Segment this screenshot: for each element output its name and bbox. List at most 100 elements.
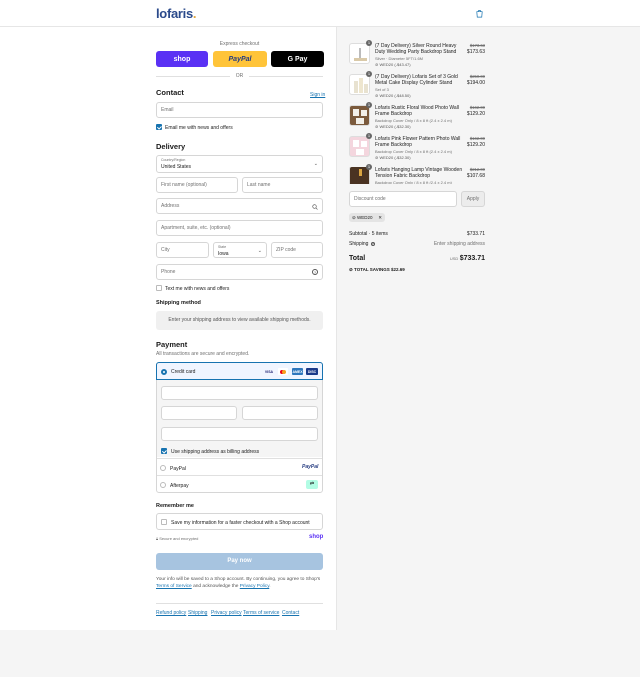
discount-chip-text: WED20 xyxy=(357,215,373,220)
expiration-field[interactable] xyxy=(161,406,237,420)
text-offers-checkbox[interactable] xyxy=(156,285,162,291)
email-placeholder: Email xyxy=(161,107,174,113)
help-icon[interactable]: ? xyxy=(312,269,318,275)
item-price: $173.63 xyxy=(466,49,485,55)
state-label: State xyxy=(218,245,227,249)
contact-heading: Contact xyxy=(156,88,184,97)
name-on-card-field[interactable] xyxy=(161,427,318,441)
save-info-label: Save my information for a faster checkou… xyxy=(171,519,310,526)
remember-heading: Remember me xyxy=(156,503,194,509)
news-checkbox[interactable] xyxy=(156,124,162,130)
credit-card-option[interactable]: Credit card VISA AMEX DISC xyxy=(156,362,323,380)
sign-in-link[interactable]: Sign in xyxy=(310,92,325,98)
total-row: Total USD $733.71 xyxy=(349,255,485,265)
last-name-field[interactable]: Last name xyxy=(242,177,323,193)
save-info-checkbox[interactable] xyxy=(161,519,167,525)
cart-item: 1 Lofaris Pink Flower Pattern Photo Wall… xyxy=(349,133,485,162)
zip-field[interactable]: ZIP code xyxy=(271,242,323,258)
city-field[interactable]: City xyxy=(156,242,209,258)
item-price: $129.20 xyxy=(466,111,485,117)
discount-chip: ⊘ WED20 ✕ xyxy=(349,213,385,222)
payment-subtitle: All transactions are secure and encrypte… xyxy=(156,351,250,357)
footer-shipping-link[interactable]: Shipping xyxy=(188,610,207,616)
country-select[interactable]: Country/Region United States ⌄ xyxy=(156,155,323,173)
item-name: (7 Day Delivery) Lofaris Set of 3 Gold M… xyxy=(375,74,458,87)
zip-placeholder: ZIP code xyxy=(276,247,296,253)
item-discount-text: WED20 (-$32.30) xyxy=(379,124,411,129)
product-thumbnail xyxy=(349,43,370,64)
text-offers-label: Text me with news and offers xyxy=(165,285,230,292)
total-value: $733.71 xyxy=(459,255,485,262)
paypal-express-button[interactable]: PayPal xyxy=(213,51,267,67)
apartment-field[interactable]: Apartment, suite, etc. (optional) xyxy=(156,220,323,236)
savings-row: ⊘ TOTAL SAVINGS $22.69 xyxy=(349,267,485,273)
terms-link[interactable]: Terms of Service xyxy=(156,584,192,589)
shipping-row: Shipping ? Enter shipping address xyxy=(349,241,485,247)
item-name: Lofaris Pink Flower Pattern Photo Wall F… xyxy=(375,136,461,149)
footer-privacy-link[interactable]: Privacy policy xyxy=(211,610,242,616)
credit-card-label: Credit card xyxy=(171,369,196,375)
shipping-value: Enter shipping address xyxy=(433,241,485,247)
card-number-field[interactable] xyxy=(161,386,318,400)
address-field[interactable]: Address xyxy=(156,198,323,214)
state-value: Iowa xyxy=(218,251,229,257)
shop-pay-button[interactable]: shop xyxy=(156,51,208,67)
logo[interactable]: lofaris. xyxy=(156,6,197,21)
shipping-label: Shipping xyxy=(349,241,369,247)
visa-icon: VISA xyxy=(264,369,274,374)
state-select[interactable]: State Iowa ⌄ xyxy=(213,242,267,258)
item-old-price: $250.00 xyxy=(469,74,485,79)
item-variant: Silver · Diameter 5FT/1.6M xyxy=(375,56,424,61)
item-discount: ⊘ WED20 (-$32.30) xyxy=(375,155,411,160)
pay-now-button[interactable]: Pay now xyxy=(156,553,323,570)
item-old-price: $162.00 xyxy=(469,136,485,141)
email-field[interactable]: Email xyxy=(156,102,323,118)
cart-item: 1 (7 Day Delivery) Silver Round Heavy Du… xyxy=(349,40,485,69)
product-thumbnail xyxy=(349,136,370,157)
quantity-badge: 1 xyxy=(366,71,372,77)
item-variant: Backdrop Cover Only / 8 x 8 ft (2.4 x 2.… xyxy=(375,149,452,154)
billing-label: Use shipping address as billing address xyxy=(171,448,260,455)
item-old-price: $173.63 xyxy=(469,43,485,48)
quantity-badge: 1 xyxy=(366,40,372,46)
footer-terms-link[interactable]: Terms of service xyxy=(243,610,279,616)
apartment-placeholder: Apartment, suite, etc. (optional) xyxy=(161,225,231,231)
footer-contact-link[interactable]: Contact xyxy=(282,610,299,616)
security-code-field[interactable] xyxy=(242,406,318,420)
item-discount: ⊘ WED20 (-$43.47) xyxy=(375,62,411,67)
search-icon xyxy=(312,204,318,210)
cart-icon[interactable] xyxy=(475,9,484,18)
item-discount-text: WED20 (-$43.47) xyxy=(379,62,411,67)
subtotal-row: Subtotal · 5 items $733.71 xyxy=(349,231,485,237)
phone-field[interactable]: Phone ? xyxy=(156,264,323,280)
credit-card-radio[interactable] xyxy=(161,369,167,375)
remember-me-box: Save my information for a faster checkou… xyxy=(156,513,323,530)
first-name-field[interactable]: First name (optional) xyxy=(156,177,238,193)
billing-checkbox[interactable] xyxy=(161,448,167,454)
delivery-heading: Delivery xyxy=(156,142,186,151)
discount-code-field[interactable]: Discount code xyxy=(349,191,457,207)
paypal-option-label[interactable]: PayPal xyxy=(170,466,186,472)
logo-text: lofaris xyxy=(156,6,193,21)
afterpay-radio[interactable] xyxy=(160,482,166,488)
apply-button[interactable]: Apply xyxy=(461,191,485,207)
item-price: $107.68 xyxy=(466,173,485,179)
paypal-radio[interactable] xyxy=(160,465,166,471)
first-name-placeholder: First name (optional) xyxy=(161,182,207,188)
subtotal-value: $733.71 xyxy=(466,231,485,237)
close-icon[interactable]: ✕ xyxy=(378,213,382,222)
shop-logo: shop xyxy=(309,534,324,540)
page-bottom xyxy=(0,630,640,677)
savings-value: $22.69 xyxy=(390,267,405,272)
city-placeholder: City xyxy=(161,247,170,253)
help-icon[interactable]: ? xyxy=(370,242,375,246)
footer-refund-link[interactable]: Refund policy xyxy=(156,610,186,616)
quantity-badge: 1 xyxy=(366,164,372,170)
savings-label: TOTAL SAVINGS xyxy=(354,267,390,272)
cart-item: 1 (7 Day Delivery) Lofaris Set of 3 Gold… xyxy=(349,71,485,100)
privacy-link[interactable]: Privacy Policy xyxy=(240,584,270,589)
afterpay-option-label[interactable]: Afterpay xyxy=(170,483,189,489)
legal-end: . xyxy=(269,584,271,589)
google-pay-button[interactable]: G Pay xyxy=(271,51,324,67)
chevron-down-icon: ⌄ xyxy=(313,161,318,167)
